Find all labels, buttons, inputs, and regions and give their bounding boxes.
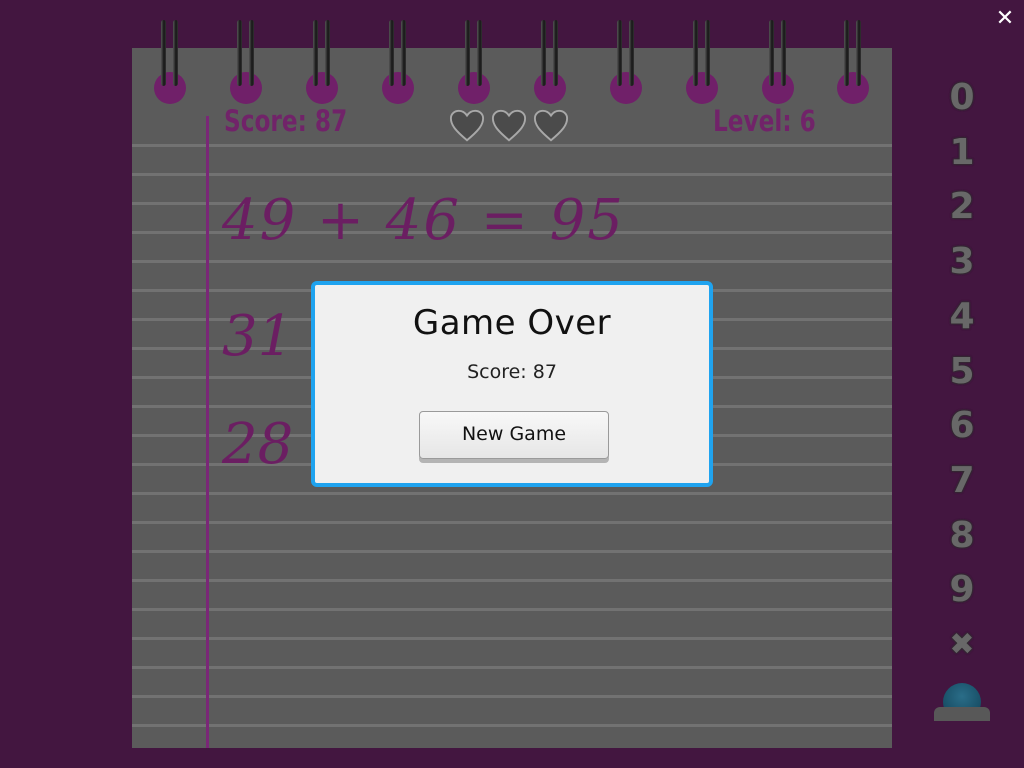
bell-icon[interactable] (934, 683, 990, 721)
spiral-ring (685, 20, 719, 106)
new-game-button[interactable]: New Game (419, 411, 609, 459)
equation-line: 49 + 46 = 95 (222, 188, 625, 253)
key-6[interactable]: 6 (932, 400, 992, 452)
margin-line (206, 116, 209, 748)
score-display: Score: 87 (224, 104, 348, 138)
key-9[interactable]: 9 (932, 564, 992, 616)
key-1[interactable]: 1 (932, 127, 992, 179)
close-icon[interactable]: ✕ (994, 8, 1016, 30)
spiral-ring (305, 20, 339, 106)
key-4[interactable]: 4 (932, 291, 992, 343)
key-3[interactable]: 3 (932, 236, 992, 288)
key-0[interactable]: 0 (932, 72, 992, 124)
spiral-ring (229, 20, 263, 106)
spiral-ring (533, 20, 567, 106)
spiral-ring (761, 20, 795, 106)
dialog-score: Score: 87 (467, 361, 557, 383)
heart-icon (491, 109, 527, 142)
game-over-dialog: Game Over Score: 87 New Game (311, 281, 713, 487)
key-clear[interactable]: ✖ (932, 619, 992, 671)
equation-line: 28 (222, 412, 294, 477)
key-7[interactable]: 7 (932, 455, 992, 507)
key-5[interactable]: 5 (932, 346, 992, 398)
dialog-title: Game Over (412, 303, 612, 343)
lives-indicator (448, 108, 570, 146)
key-2[interactable]: 2 (932, 181, 992, 233)
spiral-ring (381, 20, 415, 106)
heart-icon (449, 109, 485, 142)
key-8[interactable]: 8 (932, 510, 992, 562)
equation-line: 31 (222, 304, 294, 369)
spiral-ring (836, 20, 870, 106)
spiral-ring (609, 20, 643, 106)
heart-icon (533, 109, 569, 142)
level-display: Level: 6 (713, 104, 816, 138)
spiral-ring (153, 20, 187, 106)
spiral-ring (457, 20, 491, 106)
